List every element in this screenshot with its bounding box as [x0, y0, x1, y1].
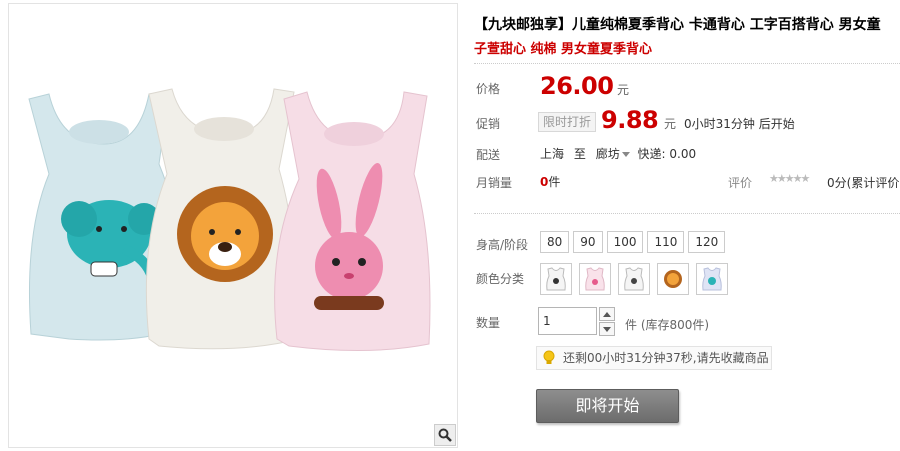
stock-info: 件 (库存800件) — [625, 318, 710, 332]
quantity-increase-button[interactable] — [599, 307, 615, 321]
divider — [474, 213, 900, 214]
color-label: 颜色分类 — [476, 272, 525, 286]
ship-to-word: 至 — [573, 147, 586, 161]
coming-soon-button[interactable]: 即将开始 — [536, 389, 679, 423]
color-option-lion-face[interactable] — [657, 263, 689, 295]
promo-price: 9.88 — [601, 106, 659, 134]
promo-countdown: 0小时31分钟 后开始 — [684, 117, 795, 131]
magnifier-icon — [438, 428, 452, 442]
quantity-decrease-button[interactable] — [599, 322, 615, 336]
rating-label: 评价 — [728, 176, 753, 190]
rating-text[interactable]: 0分(累计评价0 — [827, 174, 900, 191]
quantity-label: 数量 — [476, 316, 501, 330]
ship-to-select[interactable]: 廊坊 — [596, 147, 634, 161]
quantity-input[interactable]: 1 — [538, 307, 597, 335]
pink-vest-image — [274, 91, 431, 352]
size-option[interactable]: 90 — [573, 231, 603, 253]
promo-tag: 限时打折 — [538, 112, 597, 132]
color-options — [540, 263, 728, 295]
ship-to: 廊坊 — [595, 147, 620, 161]
product-subtitle: 子萱甜心 纯棉 男女童夏季背心 — [474, 42, 653, 57]
product-image[interactable] — [8, 3, 458, 448]
color-option-elephant-face[interactable] — [696, 263, 728, 295]
product-title: 【九块邮独享】儿童纯棉夏季背心 卡通背心 工字百搭背心 男女童 — [474, 17, 881, 33]
size-option[interactable]: 100 — [606, 231, 644, 253]
shipping-label: 配送 — [476, 148, 501, 162]
color-option-elephant[interactable] — [540, 263, 572, 295]
size-option[interactable]: 80 — [540, 231, 570, 253]
ship-fee: 快递: 0.00 — [637, 147, 697, 161]
size-options: 80 90 100 110 120 — [540, 231, 726, 253]
divider — [474, 63, 900, 64]
shipping-info: 上海 至 廊坊 快递: 0.00 — [540, 145, 696, 162]
elephant-vest-thumb — [546, 267, 566, 291]
rating-stars: ★★★★★ — [769, 172, 810, 185]
chevron-down-icon — [603, 326, 611, 332]
original-price: 26.00 — [540, 72, 614, 100]
favorite-tip: 还剩00小时31分钟37秒,请先收藏商品 — [536, 346, 772, 370]
color-option-lion[interactable] — [618, 263, 650, 295]
sales-info: 0件 — [540, 173, 560, 190]
zoom-button[interactable] — [434, 424, 456, 446]
sales-unit: 件 — [548, 175, 561, 189]
size-option[interactable]: 120 — [688, 231, 726, 253]
chevron-up-icon — [603, 311, 611, 317]
lion-vest-thumb — [624, 267, 644, 291]
lightbulb-icon — [543, 350, 555, 364]
size-option[interactable]: 110 — [647, 231, 685, 253]
product-photo — [28, 88, 431, 352]
chevron-down-icon — [621, 152, 630, 157]
sales-label: 月销量 — [476, 176, 513, 190]
lion-face-thumb — [664, 270, 682, 288]
tip-text: 还剩00小时31分钟37秒,请先收藏商品 — [563, 351, 769, 365]
color-option-rabbit[interactable] — [579, 263, 611, 295]
rabbit-vest-thumb — [585, 267, 605, 291]
price-unit: 元 — [617, 83, 630, 97]
ship-from: 上海 — [540, 147, 565, 161]
size-label: 身高/阶段 — [476, 238, 529, 252]
price-label: 价格 — [476, 82, 501, 96]
promo-unit: 元 — [664, 117, 677, 131]
elephant-face-thumb — [702, 267, 722, 291]
promo-label: 促销 — [476, 117, 501, 131]
